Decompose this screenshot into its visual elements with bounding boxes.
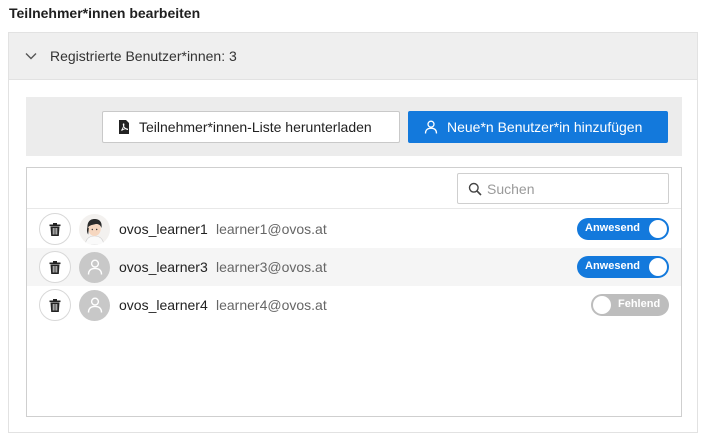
trash-icon bbox=[49, 222, 61, 236]
attendance-status-label: Anwesend bbox=[585, 222, 641, 234]
toggle-knob bbox=[649, 220, 667, 238]
attendance-status-label: Anwesend bbox=[585, 260, 641, 272]
user-email: learner3@ovos.at bbox=[216, 259, 327, 275]
registered-users-accordion-header[interactable]: Registrierte Benutzer*innen: 3 bbox=[9, 33, 697, 80]
username: ovos_learner3 bbox=[119, 259, 208, 275]
search-input[interactable] bbox=[487, 180, 657, 197]
participants-panel: Registrierte Benutzer*innen: 3 Teilnehme… bbox=[8, 32, 698, 433]
toggle-knob bbox=[649, 258, 667, 276]
user-email: learner1@ovos.at bbox=[216, 221, 327, 237]
participant-list: ovos_learner1 learner1@ovos.at Anwesend bbox=[26, 167, 682, 417]
registered-users-count-label: Registrierte Benutzer*innen: 3 bbox=[50, 48, 237, 64]
username: ovos_learner4 bbox=[119, 297, 208, 313]
trash-icon bbox=[49, 260, 61, 274]
user-placeholder-icon bbox=[87, 259, 102, 275]
list-item: ovos_learner4 learner4@ovos.at Fehlend bbox=[27, 286, 681, 324]
attendance-status-label: Fehlend bbox=[618, 298, 661, 310]
add-user-button[interactable]: Neue*n Benutzer*in hinzufügen bbox=[408, 111, 668, 143]
download-participant-list-button[interactable]: Teilnehmer*innen-Liste herunterladen bbox=[102, 111, 400, 143]
delete-participant-button[interactable] bbox=[39, 251, 71, 283]
attendance-toggle[interactable]: Anwesend bbox=[577, 218, 669, 240]
list-item: ovos_learner3 learner3@ovos.at Anwesend bbox=[27, 248, 681, 286]
attendance-toggle[interactable]: Anwesend bbox=[577, 256, 669, 278]
toggle-knob bbox=[593, 296, 611, 314]
search-row bbox=[27, 168, 681, 209]
delete-participant-button[interactable] bbox=[39, 213, 71, 245]
search-icon bbox=[468, 182, 482, 196]
avatar bbox=[79, 251, 110, 283]
download-button-label: Teilnehmer*innen-Liste herunterladen bbox=[139, 119, 372, 135]
avatar bbox=[79, 289, 110, 321]
user-photo-avatar bbox=[79, 213, 110, 245]
search-box[interactable] bbox=[457, 173, 669, 204]
pdf-file-icon bbox=[119, 120, 129, 134]
add-user-button-label: Neue*n Benutzer*in hinzufügen bbox=[447, 119, 643, 135]
username: ovos_learner1 bbox=[119, 221, 208, 237]
list-item: ovos_learner1 learner1@ovos.at Anwesend bbox=[27, 210, 681, 248]
attendance-toggle[interactable]: Fehlend bbox=[591, 294, 669, 316]
chevron-down-icon bbox=[25, 53, 37, 60]
user-icon bbox=[424, 120, 438, 134]
page-title: Teilnehmer*innen bearbeiten bbox=[9, 5, 201, 21]
user-email: learner4@ovos.at bbox=[216, 297, 327, 313]
user-placeholder-icon bbox=[87, 297, 102, 313]
delete-participant-button[interactable] bbox=[39, 289, 71, 321]
avatar bbox=[79, 213, 110, 245]
trash-icon bbox=[49, 298, 61, 312]
toolbar: Teilnehmer*innen-Liste herunterladen Neu… bbox=[26, 97, 682, 156]
